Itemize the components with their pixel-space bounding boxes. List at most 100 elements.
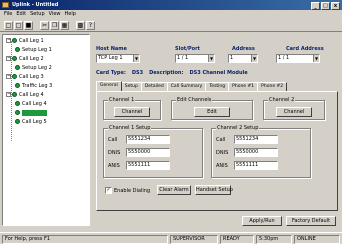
close-button[interactable]: x	[331, 2, 340, 10]
host-name-value: TCP Leg 1	[98, 55, 123, 61]
help-icon[interactable]: ?	[86, 21, 95, 30]
node-icon	[15, 119, 20, 124]
dropdown-arrow-icon[interactable]: ▼	[133, 55, 139, 62]
tab-testing[interactable]: Testing	[205, 82, 230, 91]
tree-node-label: Call Leg 1	[19, 38, 44, 44]
menu-view[interactable]: View	[49, 10, 61, 19]
status-time: 5:30pm	[256, 235, 292, 244]
card-type-value: DS3	[131, 70, 144, 76]
ch1-dnis-field[interactable]: 5550000	[126, 148, 170, 157]
status-online: ONLINE	[294, 235, 340, 244]
menu-bar: File Edit Setup View Help	[0, 10, 342, 19]
menu-help[interactable]: Help	[65, 10, 76, 19]
dropdown-arrow-icon[interactable]: ▼	[208, 55, 214, 62]
ch2-call-field[interactable]: 5551234	[234, 135, 278, 144]
open-icon[interactable]: □	[14, 21, 23, 30]
dnis-label: DNIS	[216, 150, 229, 156]
ch2-anis-field[interactable]: 5551111	[234, 161, 278, 170]
tab-phone-2[interactable]: Phone #2	[257, 82, 288, 91]
tree-node[interactable]: − Call Leg 4	[6, 91, 44, 99]
slot-port-field[interactable]: 1 / 1 ▼	[175, 54, 215, 63]
dropdown-arrow-icon[interactable]: ▼	[251, 55, 257, 62]
apply-run-button[interactable]: Apply/Run	[242, 216, 282, 226]
tree-node-label: Call Leg 2	[19, 56, 44, 62]
ch2-dnis-field[interactable]: 5550000	[234, 148, 278, 157]
expand-toggle-icon[interactable]: −	[6, 92, 11, 97]
paste-icon[interactable]: ▦	[60, 21, 69, 30]
tree-node[interactable]: − Call Leg 3	[6, 73, 44, 81]
ch1-anis-field[interactable]: 5551111	[126, 161, 170, 170]
card-address-field[interactable]: 1 / 1 ▼	[276, 54, 320, 63]
window-controls: _ □ x	[310, 1, 340, 10]
edit-channels-group-label: Edit Channels	[176, 97, 213, 103]
clear-alarm-button[interactable]: Clear Alarm	[157, 185, 191, 195]
status-user: SUPERVISOR	[170, 235, 218, 244]
tab-call-summary[interactable]: Call Summary	[166, 82, 207, 91]
node-icon	[15, 83, 20, 88]
ch1-call-field[interactable]: 5551234	[126, 135, 170, 144]
expand-toggle-icon[interactable]: −	[6, 56, 11, 61]
general-tab-panel: Channel 1 Channel Edit Channels Edit Cha…	[96, 91, 338, 211]
card-type-label: Card Type:	[96, 70, 126, 76]
tree-node[interactable]: − Call Leg 2	[6, 55, 44, 63]
app-window: Uplink - Untitled _ □ x File Edit Setup View H…	[0, 0, 342, 244]
status-help-text: For Help, press F1	[2, 235, 168, 244]
minimize-button[interactable]: _	[311, 2, 320, 10]
tree-node[interactable]: Setup Leg 2	[15, 64, 52, 72]
channel-1-setup-group: Channel 1 Setup Call 5551234 DNIS 555000…	[103, 125, 203, 178]
tree-view[interactable]: − Call Leg 1 Setup Leg 1 − Call Leg 2 Setu…	[2, 34, 90, 226]
save-icon[interactable]: ■	[24, 21, 33, 30]
tree-node[interactable]: Setup Leg 1	[15, 46, 52, 54]
tab-setup[interactable]: Setup	[120, 82, 142, 91]
channel-1-setup-label: Channel 1 Setup	[108, 125, 152, 131]
call-label: Call	[216, 137, 226, 143]
channel-2-group-label: Channel 2	[268, 97, 296, 103]
tree-node-label: Call Leg 3	[19, 74, 44, 80]
node-icon	[15, 101, 20, 106]
copy-icon[interactable]: ❐	[50, 21, 59, 30]
status-bar: For Help, press F1 SUPERVISOR READY 5:30…	[0, 232, 342, 244]
tree-node-selected[interactable]: Call Leg 5	[15, 109, 47, 117]
tab-phone-1[interactable]: Phone #1	[228, 82, 259, 91]
tab-general[interactable]: General	[96, 81, 122, 91]
host-name-field[interactable]: TCP Leg 1 ▼	[96, 54, 140, 63]
new-icon[interactable]: □	[4, 21, 13, 30]
slot-port-value: 1 / 1	[177, 55, 189, 61]
expand-toggle-icon[interactable]: −	[6, 38, 11, 43]
tree-node[interactable]: Call Leg 4	[15, 100, 47, 108]
expand-toggle-icon[interactable]: −	[6, 74, 11, 79]
menu-file[interactable]: File	[4, 10, 12, 19]
dropdown-arrow-icon[interactable]: ▼	[313, 55, 319, 62]
factory-default-button[interactable]: Factory Default	[286, 216, 336, 226]
anis-label: ANIS	[216, 163, 228, 169]
handset-setup-button[interactable]: Handset Setup	[195, 185, 233, 195]
channel-1-button[interactable]: Channel	[114, 107, 150, 117]
node-icon	[12, 38, 17, 43]
print-icon[interactable]: ▩	[76, 21, 85, 30]
tree-node-label: Call Leg 5	[22, 119, 47, 125]
cut-icon[interactable]: ✂	[40, 21, 49, 30]
channel-2-button[interactable]: Channel	[276, 107, 312, 117]
maximize-button[interactable]: □	[321, 2, 330, 10]
description-label: Description:	[149, 70, 184, 76]
tab-detailed[interactable]: Detailed	[140, 82, 168, 91]
tree-node[interactable]: Traffic Leg 3	[15, 82, 52, 90]
tree-node[interactable]: Call Leg 5	[15, 118, 47, 126]
node-icon	[15, 65, 20, 70]
tree-node[interactable]: − Call Leg 1	[6, 37, 44, 45]
tree-node-label: Call Leg 5	[22, 110, 47, 116]
dnis-label: DNIS	[108, 150, 121, 156]
enable-dialing-label: Enable Dialing	[114, 188, 151, 194]
toolbar: □ □ ■ ✂ ❐ ▦ ▩ ?	[0, 19, 342, 32]
enable-dialing-checkbox[interactable]: ✓	[105, 187, 112, 194]
card-type-row: Card Type: DS3 Description: DS3 Channel Mod…	[96, 70, 336, 79]
menu-setup[interactable]: Setup	[30, 10, 45, 19]
channel-2-setup-label: Channel 2 Setup	[216, 125, 260, 131]
menu-edit[interactable]: Edit	[16, 10, 26, 19]
edit-button[interactable]: Edit	[194, 107, 230, 117]
channel-1-group-label: Channel 1	[108, 97, 136, 103]
address-field[interactable]: 1 ▼	[228, 54, 258, 63]
status-mode: READY	[220, 235, 254, 244]
tree-node-label: Traffic Leg 3	[22, 83, 53, 89]
app-icon	[2, 2, 9, 8]
